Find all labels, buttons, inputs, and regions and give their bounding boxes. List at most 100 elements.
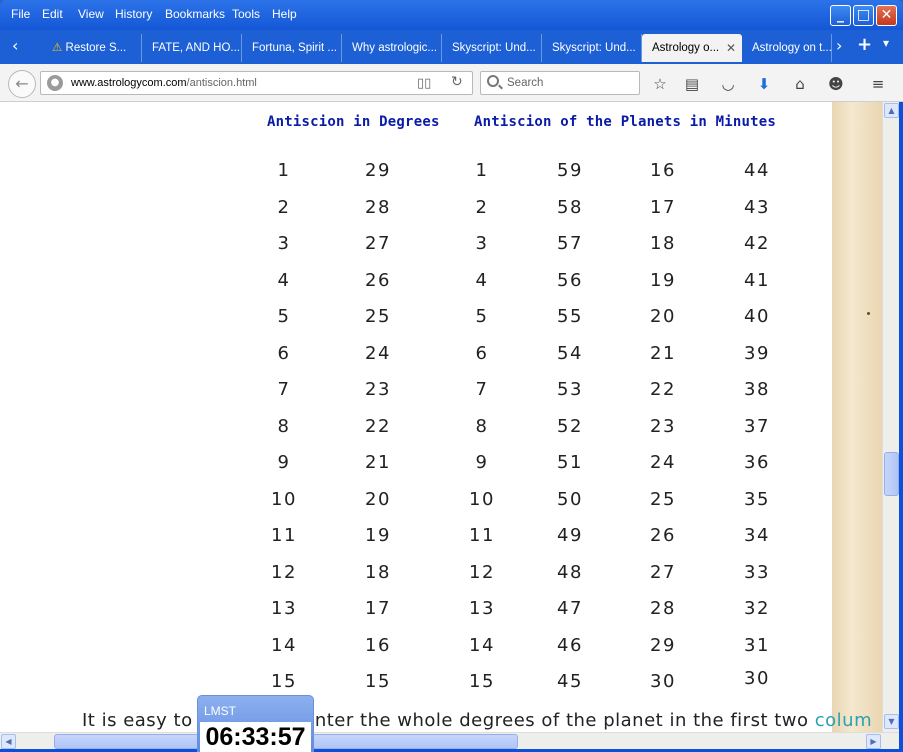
address-bar[interactable]: ● www.astrologycom.com/antiscion.html ▯▯… [40,71,473,95]
tab-close-icon[interactable]: ✕ [726,34,736,62]
table-cell: 40 [744,306,770,327]
tabs-scroll-right-icon[interactable]: › [836,36,842,55]
table-cell: 52 [557,415,583,437]
table-cell: 7 [277,379,291,400]
menu-bookmarks[interactable]: Bookmarks [165,7,225,21]
table-cell: 58 [557,196,583,218]
table-cell: 29 [650,634,676,656]
table-cell: 25 [650,488,676,510]
pocket-icon[interactable]: ◡ [718,74,738,94]
tab-strip: ‹ ⚠ Restore S... FATE, AND HO... Fortuna… [0,30,903,64]
scroll-right-icon[interactable]: ▶ [866,734,881,749]
hamburger-menu-icon[interactable]: ≡ [868,74,888,94]
tab-list-icon[interactable]: ▾ [883,36,889,50]
table-cell: 53 [557,379,583,400]
feedback-icon[interactable]: ☻ [826,74,846,94]
table-cell: 36 [744,452,770,473]
table-cell: 10 [469,488,495,510]
table-cell: 19 [365,525,391,546]
horizontal-scrollbar[interactable]: ◀ ▶ [0,732,899,749]
table-cell: 26 [650,525,676,546]
lmst-title: LMST [204,704,237,718]
table-cell: 24 [365,342,391,364]
paragraph-link[interactable]: colum [815,710,872,731]
tab-label: Why astrologic... [352,42,437,54]
table-cell: 50 [557,488,583,510]
table-cell: 56 [557,269,583,291]
search-placeholder: Search [507,77,544,89]
table-cell: 59 [557,160,583,181]
table-cell: 2 [475,196,489,218]
table-cell: 18 [365,561,391,583]
menu-edit[interactable]: Edit [42,7,63,21]
table-cell: 9 [475,452,489,473]
table-cell: 13 [469,598,495,619]
search-input[interactable]: Search [480,71,640,95]
menu-history[interactable]: History [115,7,152,21]
menu-tools[interactable]: Tools [232,7,260,21]
new-tab-icon[interactable]: + [857,34,872,55]
table-cell: 31 [744,634,770,656]
home-icon[interactable]: ⌂ [790,74,810,94]
table-cell: 41 [744,269,770,291]
reading-list-icon[interactable]: ▤ [682,74,702,94]
vertical-scrollbar[interactable]: ▲ ▼ [882,102,899,732]
paragraph-part: It is easy to [82,710,199,731]
tab-label: Fortuna, Spirit ... [252,42,338,54]
table-cell: 34 [744,525,770,546]
table-cell: 23 [650,415,676,437]
table-cell: 3 [277,233,291,254]
reader-view-icon[interactable]: ▯▯ [417,76,431,91]
tab-astrology-active[interactable]: Astrology o... ✕ [642,34,742,62]
table-cell: 17 [650,196,676,218]
vertical-scroll-thumb[interactable] [884,452,899,496]
table-cell: 8 [475,415,489,437]
table-cell: 57 [557,233,583,254]
table-cell: 28 [365,196,391,218]
scroll-up-icon[interactable]: ▲ [884,103,899,118]
table-cell: 45 [557,671,583,692]
tab-label: Skyscript: Und... [452,42,536,54]
table-cell: 12 [271,561,297,583]
back-button[interactable]: ← [8,70,36,98]
tab-fate[interactable]: FATE, AND HO... [142,34,242,62]
table-cell: 33 [744,561,770,583]
table-cell: 22 [365,415,391,437]
downloads-icon[interactable]: ⬇ [754,74,774,94]
bookmark-star-icon[interactable]: ☆ [650,74,670,94]
url-path: /antiscion.html [186,77,257,89]
table-cell: 4 [277,269,291,291]
table-cell: 13 [271,598,297,619]
tabs-scroll-left-icon[interactable]: ‹ [12,36,18,55]
menu-bar: File Edit View History Bookmarks Tools H… [0,0,903,30]
close-window-button[interactable]: ✕ [876,5,897,26]
site-info-icon[interactable]: ● [47,75,63,91]
tab-why-astrologic[interactable]: Why astrologic... [342,34,442,62]
tab-astrology-on[interactable]: Astrology on t... [742,34,832,62]
table-cell: 22 [650,379,676,400]
table-cell: 48 [557,561,583,583]
scroll-left-icon[interactable]: ◀ [1,734,16,749]
lmst-clock-widget[interactable]: LMST 06:33:57 [197,695,314,752]
table-cell: 30 [650,671,676,692]
tab-restore-session[interactable]: ⚠ Restore S... [42,34,142,62]
maximize-button[interactable]: □ [853,5,874,26]
menu-view[interactable]: View [78,7,104,21]
page-content: Antiscion in Degrees Antiscion of the Pl… [0,102,882,732]
menu-file[interactable]: File [11,7,30,21]
table-header-degrees: Antiscion in Degrees [267,114,440,130]
tab-fortuna[interactable]: Fortuna, Spirit ... [242,34,342,62]
maximize-icon: □ [856,7,871,23]
close-icon: ✕ [880,7,893,23]
table-cell: 43 [744,196,770,218]
minimize-button[interactable]: _ [830,5,851,26]
table-cell: 4 [475,269,489,291]
table-cell: 49 [557,525,583,546]
tab-skyscript-2[interactable]: Skyscript: Und... [542,34,642,62]
menu-help[interactable]: Help [272,7,297,21]
scroll-down-icon[interactable]: ▼ [884,714,899,729]
table-cell: 25 [365,306,391,327]
tab-skyscript-1[interactable]: Skyscript: Und... [442,34,542,62]
reload-icon[interactable]: ↻ [451,74,463,90]
table-cell: 30 [744,668,770,689]
